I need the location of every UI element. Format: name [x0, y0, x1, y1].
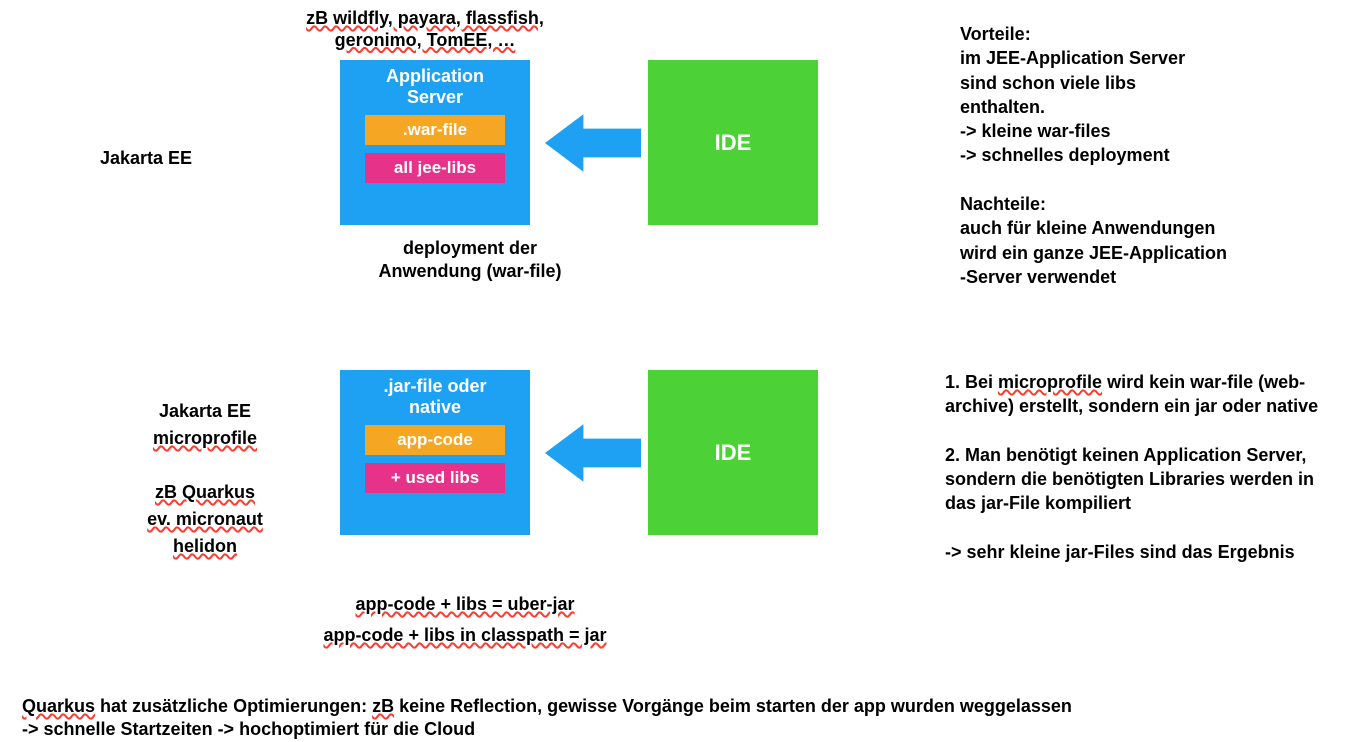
mp-point-1: 1. Bei microprofile wird kein war-file (… — [945, 370, 1325, 419]
row2-label: Jakarta EE microprofile zB Quarkus ev. m… — [100, 398, 310, 560]
arrow-left-icon — [545, 113, 641, 173]
deployment-caption: deployment der Anwendung (war-file) — [340, 237, 600, 284]
jar-file-box: .jar-file oder native app-code + used li… — [340, 370, 530, 535]
jar-classpath-caption: app-code + libs in classpath = jar — [285, 625, 645, 646]
ide-box-1: IDE — [648, 60, 818, 225]
used-libs-pill: + used libs — [365, 463, 505, 493]
mp-point-2: 2. Man benötigt keinen Application Serve… — [945, 443, 1325, 516]
mp-point-3: -> sehr kleine jar-Files sind das Ergebn… — [945, 540, 1325, 564]
footer-note: Quarkus hat zusätzliche Optimierungen: z… — [22, 695, 1302, 742]
row2-l4: ev. micronaut — [147, 509, 263, 529]
jee-libs-pill: all jee-libs — [365, 153, 505, 183]
app-server-title: Application Server — [340, 66, 530, 107]
microprofile-block: 1. Bei microprofile wird kein war-file (… — [945, 370, 1325, 564]
jar-file-title: .jar-file oder native — [340, 376, 530, 417]
war-file-pill: .war-file — [365, 115, 505, 145]
advantages-block: Vorteile: im JEE-Application Server sind… — [960, 22, 1310, 289]
app-server-box: Application Server .war-file all jee-lib… — [340, 60, 530, 225]
ide-label: IDE — [715, 130, 752, 156]
ide-label: IDE — [715, 440, 752, 466]
examples-line2: geronimo, TomEE, … — [335, 30, 516, 50]
arrow-left-icon — [545, 423, 641, 483]
row1-label: Jakarta EE — [100, 148, 192, 169]
ide-box-2: IDE — [648, 370, 818, 535]
app-code-pill: app-code — [365, 425, 505, 455]
examples-caption: zB wildfly, payara, flassfish, geronimo,… — [280, 8, 570, 51]
uber-jar-caption: app-code + libs = uber-jar — [285, 594, 645, 615]
examples-line1: zB wildfly, payara, flassfish, — [306, 8, 544, 28]
row2-l3: zB Quarkus — [155, 482, 255, 502]
